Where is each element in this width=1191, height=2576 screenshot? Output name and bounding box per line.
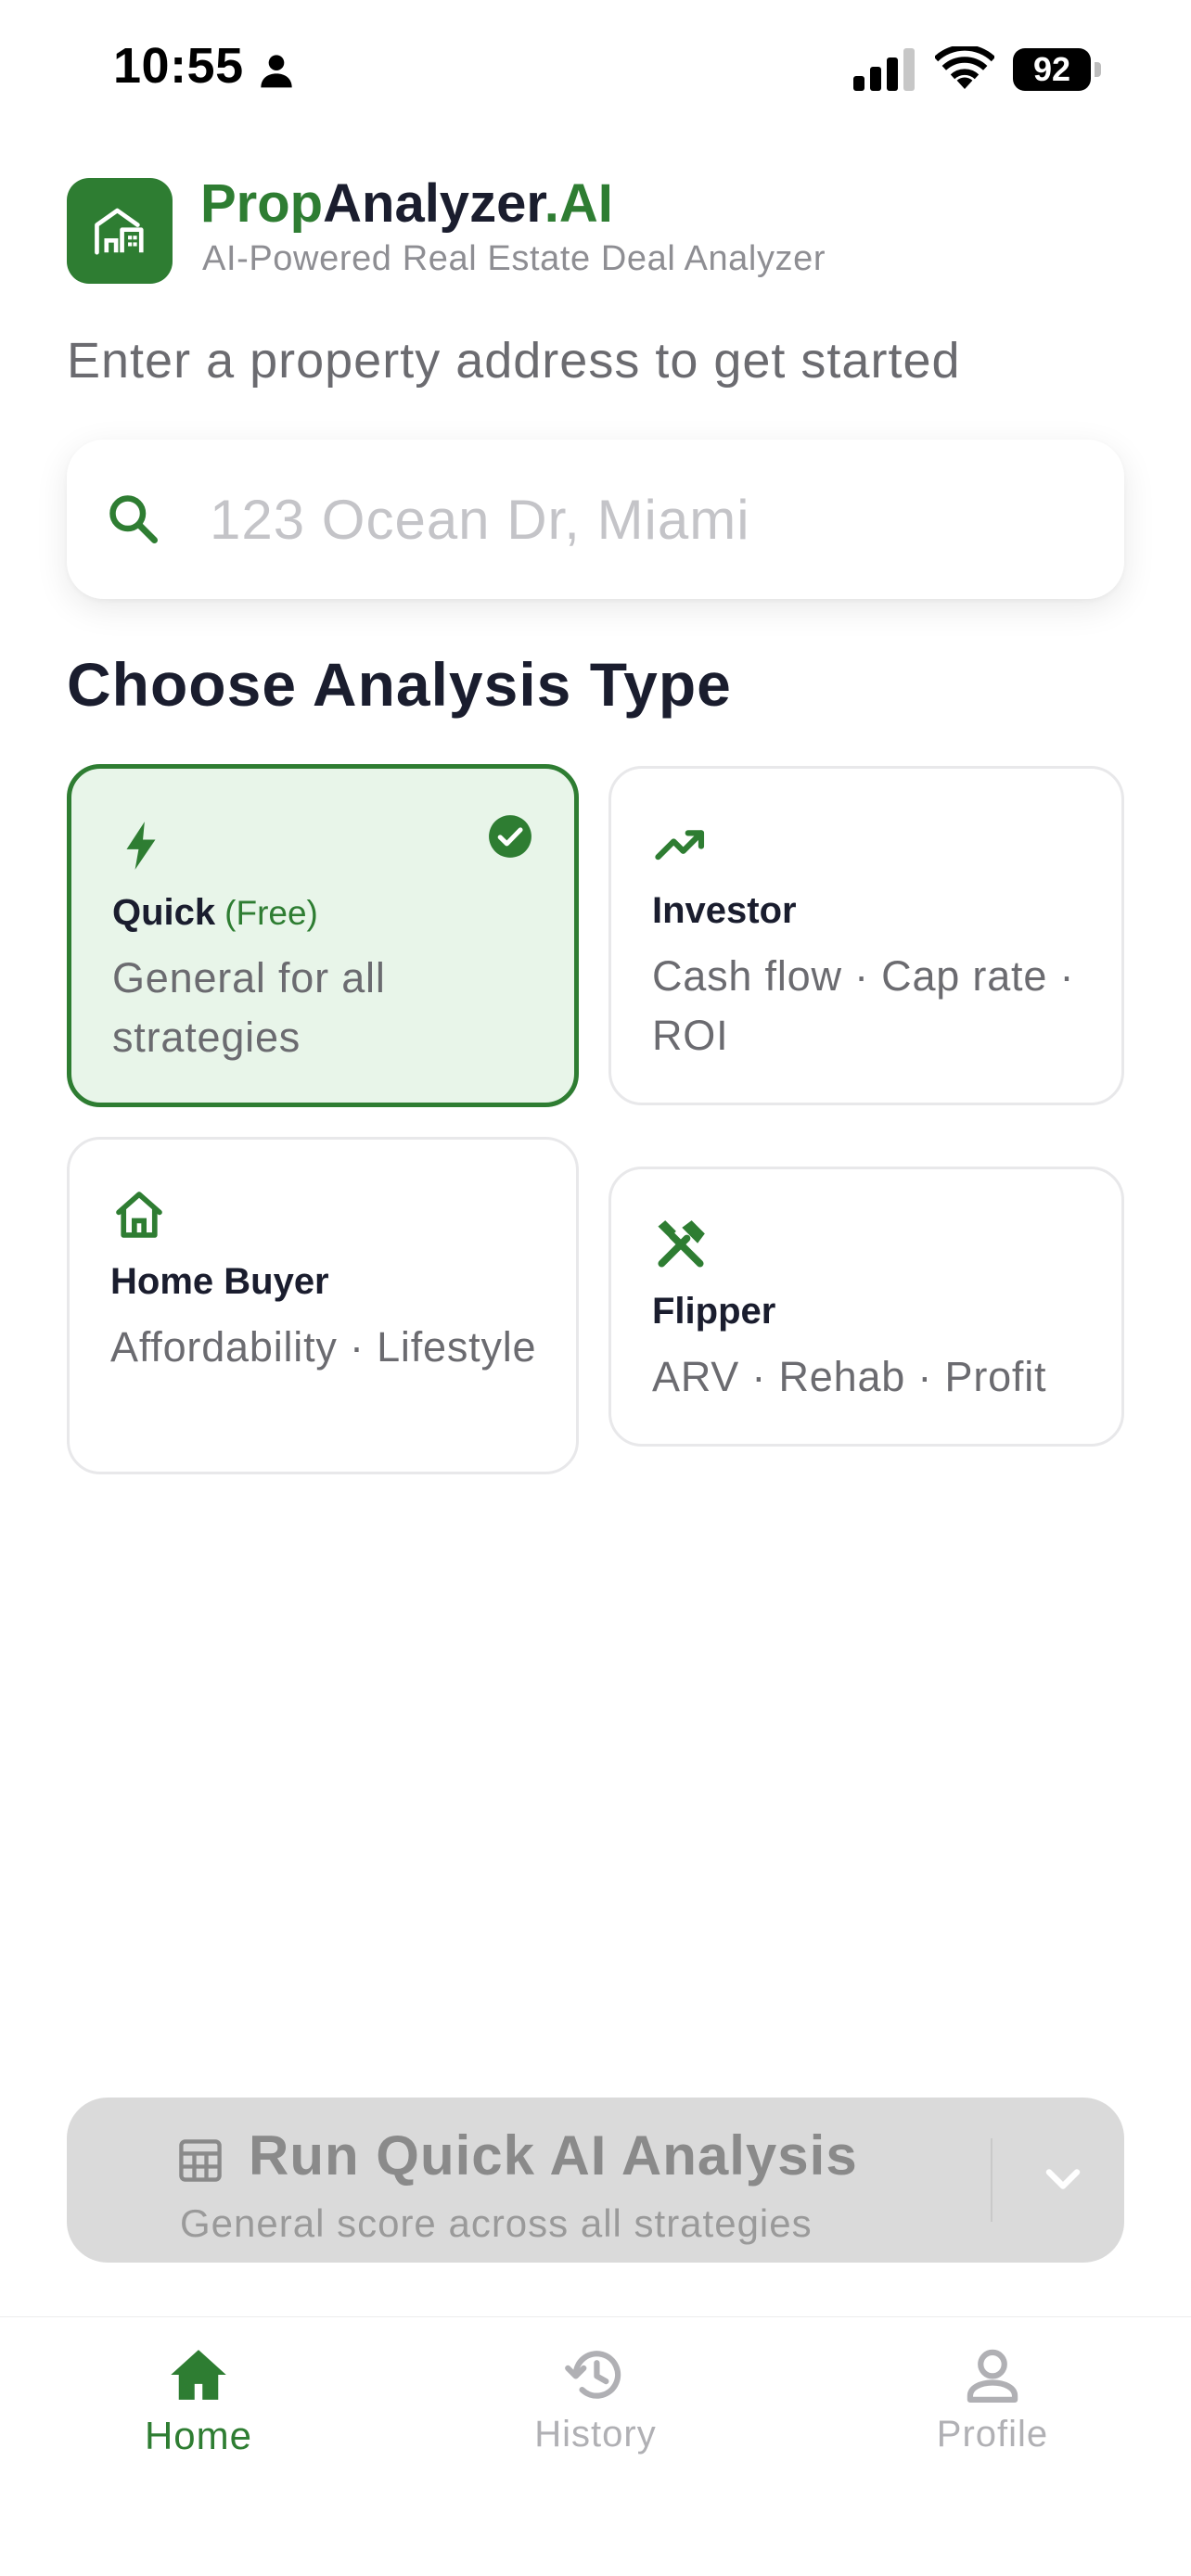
app-name-prop: Prop: [200, 173, 324, 234]
tab-profile[interactable]: Profile: [794, 2317, 1191, 2503]
tab-home-label: Home: [144, 2414, 253, 2457]
tab-history-label: History: [534, 2414, 657, 2455]
tab-profile-label: Profile: [936, 2414, 1049, 2455]
card-title-home-buyer: Home Buyer: [110, 1261, 329, 1302]
status-bar: 10:55 92: [0, 0, 1191, 139]
card-title-quick: Quick (Free): [112, 892, 318, 934]
app-name: PropAnalyzer.AI: [200, 172, 613, 235]
tab-history[interactable]: History: [397, 2317, 794, 2503]
free-tag: (Free): [224, 894, 318, 932]
logo-glyph: [95, 208, 144, 255]
trending-up-icon: [655, 830, 705, 861]
tools-icon: [658, 1220, 705, 1268]
check-circle-icon: [489, 815, 531, 858]
address-search-input[interactable]: [210, 477, 1082, 562]
person-icon: [261, 55, 292, 88]
analysis-card-investor[interactable]: Investor Cash flow · Cap rate · ROI: [608, 766, 1124, 1105]
wifi-icon: [935, 46, 994, 89]
house-chart-icon: [67, 178, 173, 284]
app-tagline: AI-Powered Real Estate Deal Analyzer: [202, 239, 826, 278]
app-name-ai: .AI: [544, 173, 613, 234]
analysis-type-heading: Choose Analysis Type: [67, 650, 732, 719]
card-desc-flipper: ARV · Rehab · Profit: [652, 1353, 1047, 1400]
app-name-analyzer: Analyzer: [323, 173, 544, 234]
analysis-card-quick[interactable]: Quick (Free) General for all strategies: [67, 764, 579, 1107]
search-bar[interactable]: [67, 440, 1124, 599]
address-prompt: Enter a property address to get started: [67, 333, 961, 389]
battery-level: 92: [1032, 50, 1071, 88]
battery-icon: 92: [1013, 48, 1102, 91]
history-icon: [565, 2351, 621, 2399]
card-title-flipper: Flipper: [652, 1291, 776, 1332]
profile-icon: [967, 2349, 1018, 2404]
app-screen: 10:55 92 PropAnalyzer.AI AI-Powered Real…: [0, 0, 1191, 2576]
chevron-down-icon[interactable]: [1035, 2151, 1091, 2207]
run-analysis-button[interactable]: Run Quick AI Analysis General score acro…: [67, 2098, 1124, 2263]
bottom-tab-bar: Home History Profile: [0, 2316, 1191, 2576]
analysis-card-flipper[interactable]: Flipper ARV · Rehab · Profit: [608, 1167, 1124, 1447]
home-tab-icon: [171, 2350, 226, 2400]
status-time: 10:55: [113, 38, 244, 94]
run-analysis-subtitle: General score across all strategies: [180, 2201, 813, 2245]
card-title-investor: Investor: [652, 890, 797, 931]
card-desc-investor: Cash flow · Cap rate · ROI: [652, 952, 1075, 1059]
battery-tip: [1095, 62, 1101, 77]
calculator-icon: [179, 2139, 222, 2182]
card-desc-quick: General for all strategies: [112, 954, 386, 1061]
home-icon: [116, 1192, 162, 1238]
analysis-card-home-buyer[interactable]: Home Buyer Affordability · Lifestyle: [67, 1137, 579, 1474]
card-desc-home-buyer: Affordability · Lifestyle: [110, 1323, 537, 1371]
card-title-quick-text: Quick: [112, 892, 216, 933]
lightning-icon: [126, 822, 156, 870]
cellular-signal-icon: [853, 48, 915, 91]
run-analysis-title: Run Quick AI Analysis: [249, 2124, 858, 2187]
tab-home[interactable]: Home: [0, 2317, 397, 2503]
search-icon: [109, 495, 158, 543]
run-button-divider: [991, 2138, 992, 2222]
